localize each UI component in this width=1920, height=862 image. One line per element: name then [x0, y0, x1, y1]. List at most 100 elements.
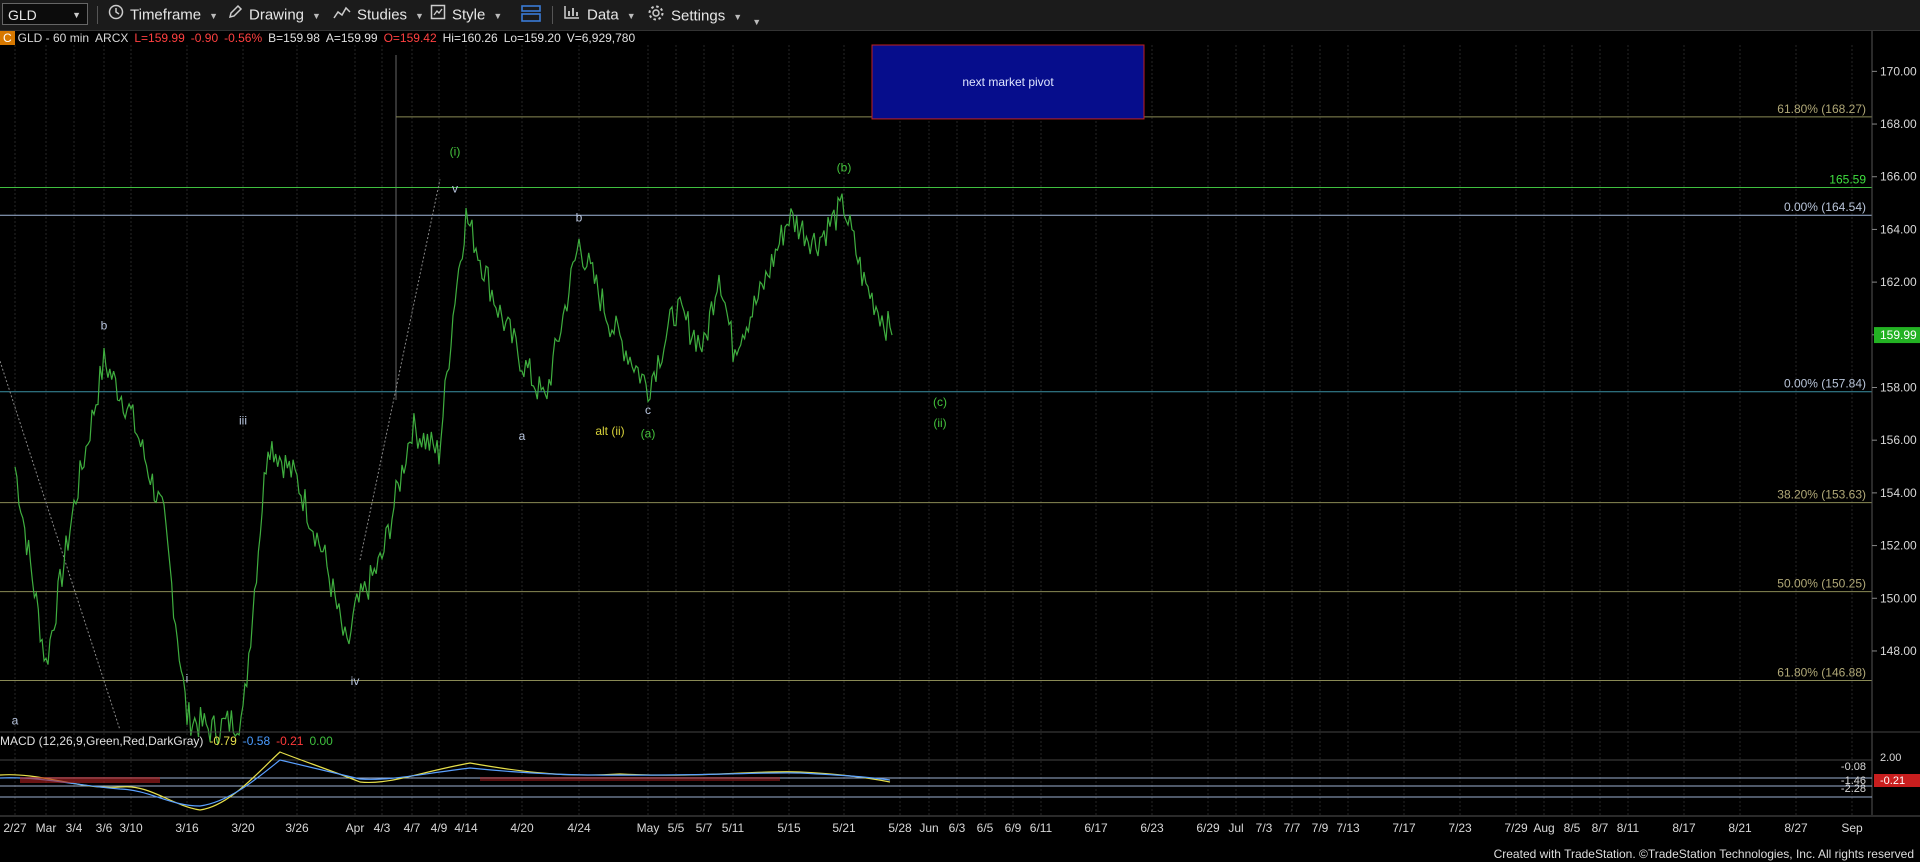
- time-tick-label: 2/27: [3, 821, 27, 835]
- toolbar: GLD ▼ Timeframe ▼ Drawing ▼ Studies ▼ Style…: [0, 0, 1920, 31]
- time-tick-label: 3/10: [119, 821, 143, 835]
- macd-label: MACD (12,26,9,Green,Red,DarkGray): [0, 734, 204, 748]
- level-label: 0.00% (164.54): [1784, 200, 1866, 214]
- chart-title: GLD - 60 min ARCX: [17, 31, 129, 45]
- chevron-down-icon: ▼: [626, 11, 636, 22]
- pivot-box-label: next market pivot: [962, 75, 1054, 89]
- time-tick-label: 4/7: [404, 821, 421, 835]
- wave-label: a: [519, 429, 526, 443]
- fib-levels: 61.80% (168.27) 165.59 0.00% (164.54) 0.00%…: [0, 44, 1872, 731]
- symbol-value: GLD: [8, 7, 37, 23]
- time-axis[interactable]: 2/27 Mar 3/4 3/6 3/10 3/16 3/20 3/26 Apr 4/3 4/7 4/…: [0, 815, 1920, 835]
- macd-zero: 0.00: [309, 734, 333, 748]
- macd-avg: -0.58: [242, 734, 271, 748]
- axis-tick-label: 168.00: [1880, 117, 1917, 131]
- level-label: 38.20% (153.63): [1777, 488, 1866, 502]
- symbol-header: C GLD - 60 min ARCX L=159.99 -0.90 -0.56% B=1…: [0, 31, 641, 47]
- data-label: Data: [587, 6, 619, 24]
- wave-label: v: [452, 182, 458, 196]
- last-price-label: 159.99: [1880, 328, 1917, 342]
- data-menu[interactable]: Data ▼: [563, 4, 636, 26]
- time-tick-label: 6/23: [1140, 821, 1164, 835]
- time-tick-label: 5/7: [696, 821, 713, 835]
- level-label: 165.59: [1829, 173, 1866, 187]
- chevron-down-icon: ▼: [312, 11, 321, 22]
- separator: [552, 6, 553, 24]
- volume: V=6,929,780: [566, 31, 636, 45]
- axis-tick-label: 156.00: [1880, 433, 1917, 447]
- axis-tick-label: 170.00: [1880, 64, 1917, 78]
- overflow-icon: ▼: [752, 17, 762, 28]
- drawing-menu[interactable]: Drawing ▼: [227, 4, 321, 26]
- data-icon: [563, 4, 581, 27]
- high: Hi=160.26: [442, 31, 498, 45]
- time-tick-label: 7/29: [1504, 821, 1528, 835]
- price-axis[interactable]: 148.00150.00152.00154.00156.00158.00160.…: [1871, 30, 1920, 820]
- time-tick-label: Mar: [36, 821, 57, 835]
- macd-diff: -0.21: [276, 734, 304, 748]
- time-tick-label: 3/20: [231, 821, 255, 835]
- wave-label: (ii): [933, 416, 946, 430]
- macd-histogram: [480, 777, 780, 781]
- last-price: L=159.99: [134, 31, 185, 45]
- time-tick-label: 7/9: [1312, 821, 1329, 835]
- macd-histogram: [20, 777, 160, 783]
- time-tick-label: 7/17: [1392, 821, 1416, 835]
- time-tick-label: 6/5: [977, 821, 994, 835]
- wave-label: c: [645, 403, 651, 417]
- time-tick-label: 8/21: [1728, 821, 1752, 835]
- wave-label: b: [101, 319, 108, 333]
- time-tick-label: 5/21: [832, 821, 856, 835]
- settings-label: Settings: [671, 7, 726, 25]
- price-series: [14, 193, 893, 746]
- macd-readout: -0.21: [1880, 775, 1905, 787]
- chevron-down-icon: ▼: [733, 12, 743, 23]
- time-tick-label: 5/11: [722, 821, 745, 835]
- macd-tick-label: -2.28: [1841, 783, 1866, 795]
- wave-label: a: [12, 714, 19, 728]
- time-tick-label: 4/9: [431, 821, 448, 835]
- time-tick-label: 5/15: [777, 821, 801, 835]
- symbol-input[interactable]: GLD ▼: [2, 3, 88, 25]
- chart-canvas[interactable]: 61.80% (168.27) 165.59 0.00% (164.54) 0.00%…: [0, 0, 1920, 862]
- style-menu[interactable]: Style ▼: [430, 4, 502, 26]
- axis-tick-label: 150.00: [1880, 591, 1917, 605]
- level-label: 50.00% (150.25): [1777, 577, 1866, 591]
- studies-menu[interactable]: Studies ▼: [333, 4, 424, 26]
- style-label: Style: [452, 6, 486, 24]
- time-tick-label: Aug: [1533, 821, 1554, 835]
- axis-tick-label: 166.00: [1880, 170, 1917, 184]
- time-tick-label: 7/3: [1256, 821, 1273, 835]
- axis-tick-label: 162.00: [1880, 275, 1917, 289]
- time-tick-label: 4/24: [567, 821, 591, 835]
- chart-badge: C: [0, 31, 15, 45]
- open: O=159.42: [383, 31, 437, 45]
- time-tick-label: 3/6: [96, 821, 113, 835]
- layout-button[interactable]: [520, 3, 542, 25]
- wave-label: alt (ii): [595, 424, 624, 438]
- chevron-down-icon: ▼: [493, 11, 503, 22]
- time-tick-label: 7/7: [1284, 821, 1301, 835]
- time-tick-label: 3/26: [285, 821, 309, 835]
- wave-label: iii: [239, 413, 247, 427]
- settings-menu[interactable]: Settings ▼ ▼: [647, 4, 762, 28]
- time-tick-label: May: [637, 821, 660, 835]
- level-label: 0.00% (157.84): [1784, 377, 1866, 391]
- time-tick-label: 6/3: [949, 821, 966, 835]
- time-tick-label: 6/11: [1030, 821, 1053, 835]
- macd-header: MACD (12,26,9,Green,Red,DarkGray) -0.79 -0…: [0, 734, 339, 748]
- axis-tick-label: 158.00: [1880, 381, 1917, 395]
- macd-value: -0.79: [209, 734, 237, 748]
- bid: B=159.98: [268, 31, 320, 45]
- chart-style-icon: [430, 4, 446, 27]
- net-change: -0.90: [190, 31, 219, 45]
- time-tick-label: 4/14: [454, 821, 478, 835]
- axis-tick-label: 164.00: [1880, 222, 1917, 236]
- layout-icon: [520, 5, 542, 29]
- time-tick-label: 3/4: [66, 821, 83, 835]
- time-tick-label: 8/7: [1592, 821, 1609, 835]
- level-label: 61.80% (146.88): [1777, 665, 1866, 679]
- macd-tick-label: -0.08: [1841, 761, 1866, 773]
- time-tick-label: 4/3: [374, 821, 391, 835]
- timeframe-menu[interactable]: Timeframe ▼: [108, 4, 218, 26]
